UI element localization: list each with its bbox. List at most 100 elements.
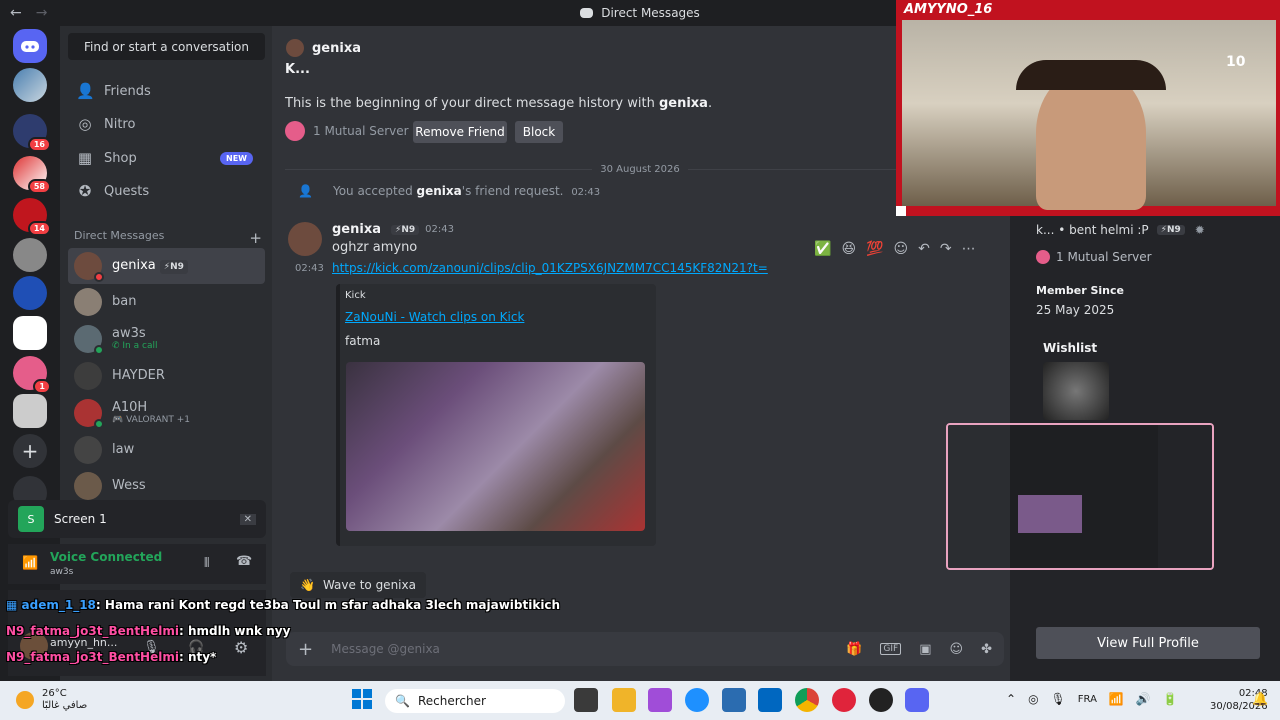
embed-title[interactable]: ZaNouNi - Watch clips on Kick <box>345 310 524 324</box>
dm-item[interactable]: A10H 🎮 VALORANT +1 <box>68 395 265 431</box>
edge-icon[interactable] <box>685 688 709 712</box>
back-arrow-icon[interactable]: ← <box>10 5 22 21</box>
task-view-icon[interactable] <box>574 688 598 712</box>
signal-icon: 📶 <box>22 556 39 571</box>
member-since-date: 25 May 2025 <box>1036 303 1115 317</box>
nitro-icon: ◎ <box>78 115 92 133</box>
dm-item[interactable]: law <box>68 432 265 468</box>
add-reaction-icon[interactable]: ☺ <box>893 241 908 257</box>
wifi-icon[interactable]: 📶 <box>1109 692 1124 706</box>
avatar <box>74 252 104 282</box>
battery-icon[interactable]: 🔋 <box>1163 692 1178 706</box>
screen-icon: S <box>18 506 44 532</box>
server-icon[interactable]: 1 <box>13 356 51 394</box>
nav-friends[interactable]: 👤 Friends <box>68 75 265 107</box>
screen-share-preview[interactable] <box>946 423 1214 570</box>
notification-bell-icon[interactable]: 🔔 <box>1252 692 1268 707</box>
nav-shop[interactable]: ▦ Shop NEW <box>68 142 265 174</box>
dm-item[interactable]: genixa ⚡N9 <box>68 248 265 284</box>
wishlist-label: Wishlist <box>1043 341 1098 355</box>
gif-icon[interactable]: GIF <box>880 643 902 655</box>
create-dm-icon[interactable]: + <box>249 229 262 247</box>
dm-item[interactable]: aw3s ✆ In a call <box>68 321 265 357</box>
mic-tray-icon[interactable]: 🎙 <box>1051 692 1066 706</box>
overlay-chat-line: N9_fatma_jo3t_BentHelmi: hmdlh wnk nyy <box>6 624 291 638</box>
dm-item[interactable]: Wess <box>68 468 265 504</box>
message-input[interactable]: Message @genixa <box>331 642 828 656</box>
weather-widget[interactable]: 26°C صافي غالبًا <box>16 688 87 712</box>
nav-nitro[interactable]: ◎ Nitro <box>68 108 265 140</box>
wishlist-item[interactable] <box>1043 362 1109 420</box>
hundred-reaction-icon[interactable]: 💯 <box>866 241 883 257</box>
attach-plus-icon[interactable]: + <box>298 639 313 660</box>
server-icon <box>285 121 305 141</box>
reply-icon[interactable]: ↶ <box>918 241 930 257</box>
discord-taskbar-icon[interactable] <box>905 688 929 712</box>
dm-section-header: Direct Messages + <box>74 229 262 247</box>
file-explorer-icon[interactable] <box>612 688 636 712</box>
network-icon[interactable]: ◎ <box>1028 692 1038 706</box>
server-icon[interactable] <box>13 238 47 272</box>
volume-icon[interactable]: 🔊 <box>1136 692 1151 706</box>
phone-icon: ✆ <box>112 341 123 351</box>
find-conversation-button[interactable]: Find or start a conversation <box>68 33 265 60</box>
copilot-icon[interactable] <box>648 688 672 712</box>
server-icon[interactable]: 58 <box>13 156 51 194</box>
profile-mutual[interactable]: 1 Mutual Server <box>1036 250 1152 264</box>
nitro-badge-icon: ✹ <box>1194 223 1205 237</box>
more-icon[interactable]: ⋯ <box>962 241 976 257</box>
chrome-icon[interactable] <box>795 688 819 712</box>
message-avatar[interactable] <box>288 222 322 256</box>
dm-item[interactable]: ban <box>68 284 265 320</box>
overlay-chat-line: N9_fatma_jo3t_BentHelmi: nty* <box>6 650 217 664</box>
embed-thumbnail[interactable] <box>346 362 645 531</box>
shop-icon: ▦ <box>77 149 93 167</box>
forward-icon[interactable]: ↷ <box>940 241 952 257</box>
tray-chevron-icon[interactable]: ⌃ <box>1006 692 1016 706</box>
system-tray: ⌃ ◎ 🎙 FRA 📶 🔊 🔋 <box>1006 692 1178 706</box>
noise-suppression-icon[interactable]: ⫴ <box>204 556 209 571</box>
apps-icon[interactable]: ✤ <box>981 642 992 657</box>
sticker-icon[interactable]: ▣ <box>919 642 931 657</box>
windows-start-icon[interactable] <box>351 688 375 712</box>
window-title: Direct Messages <box>601 6 700 20</box>
profile-name-line: k... • bent helmi :P ⚡N9 ✹ <box>1036 223 1205 237</box>
wave-icon: 👋 <box>300 578 315 592</box>
mail-icon[interactable] <box>722 688 746 712</box>
streamer-name: AMYYNO_16 <box>904 2 993 17</box>
message-header: genixa ⚡N9 02:43 <box>332 222 454 237</box>
chat-header: genixa <box>272 33 892 63</box>
wave-button[interactable]: 👋 Wave to genixa <box>290 572 426 598</box>
close-screen-icon[interactable]: ✕ <box>239 513 256 525</box>
disconnect-icon[interactable]: ☎ <box>236 554 252 569</box>
server-icon[interactable] <box>13 316 47 350</box>
laugh-reaction-icon[interactable]: 😆 <box>841 241 856 257</box>
new-badge: NEW <box>220 151 253 165</box>
cam-corner <box>896 206 906 216</box>
server-icon[interactable] <box>13 276 47 310</box>
discord-home-icon[interactable] <box>13 29 47 63</box>
gift-icon[interactable]: 🎁 <box>846 642 862 657</box>
nav-quests[interactable]: ✪ Quests <box>68 175 265 207</box>
block-button[interactable]: Block <box>515 121 563 143</box>
add-server-icon[interactable]: + <box>13 434 47 468</box>
dm-item[interactable]: HAYDER <box>68 358 265 394</box>
kick-link[interactable]: https://kick.com/zanouni/clips/clip_01KZ… <box>332 261 768 275</box>
view-full-profile-button[interactable]: View Full Profile <box>1036 627 1260 659</box>
obs-icon[interactable] <box>869 688 893 712</box>
emoji-icon[interactable]: ☺ <box>950 642 964 657</box>
twitch-icon: ▦ <box>6 598 18 612</box>
settings-gear-icon[interactable]: ⚙ <box>234 638 248 657</box>
server-icon[interactable]: 14 <box>13 198 51 236</box>
server-icon[interactable]: 16 <box>13 114 51 152</box>
store-icon[interactable] <box>758 688 782 712</box>
server-icon[interactable] <box>13 68 47 102</box>
remove-friend-button[interactable]: Remove Friend <box>413 121 507 143</box>
opera-icon[interactable] <box>832 688 856 712</box>
check-reaction-icon[interactable]: ✅ <box>814 241 831 257</box>
server-icon[interactable] <box>13 394 47 428</box>
forward-arrow-icon[interactable]: → <box>36 5 48 21</box>
game-icon: 🎮 <box>112 415 127 425</box>
taskbar-search[interactable]: 🔍 Rechercher <box>385 689 565 713</box>
member-since-label: Member Since <box>1036 284 1124 297</box>
